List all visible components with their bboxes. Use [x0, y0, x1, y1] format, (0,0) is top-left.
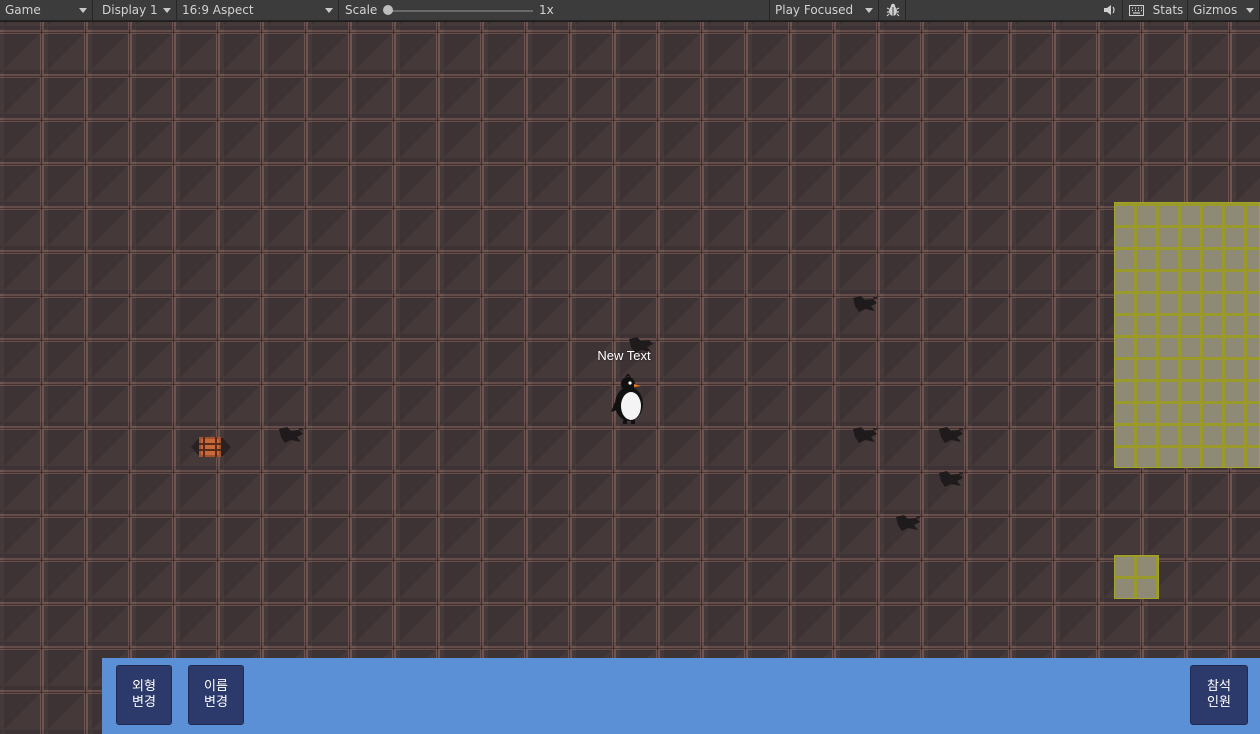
play-mode-dropdown[interactable]: Play Focused: [769, 0, 879, 21]
scale-value: 1x: [539, 3, 554, 17]
view-dropdown-label: Game: [5, 3, 41, 17]
attendees-line2: 인원: [1207, 695, 1231, 710]
aspect-dropdown-label: 16:9 Aspect: [182, 3, 254, 17]
view-dropdown[interactable]: Game: [0, 0, 93, 21]
highlight-zone-large: [1114, 202, 1260, 468]
attendees-button[interactable]: 참석 인원: [1190, 665, 1248, 725]
penguin-player-icon[interactable]: [609, 372, 649, 426]
shortcuts-button[interactable]: [1124, 0, 1148, 21]
chevron-down-icon: [865, 8, 873, 13]
chevron-down-icon: [163, 8, 171, 13]
mute-audio-button[interactable]: [1099, 0, 1121, 21]
stats-label: Stats: [1152, 3, 1184, 17]
speaker-icon: [1104, 5, 1115, 15]
scale-slider-track[interactable]: [388, 10, 533, 12]
change-name-line1: 이름: [204, 679, 228, 694]
hole-tile: [894, 513, 922, 533]
bug-icon: [886, 3, 899, 17]
chevron-down-icon: [325, 8, 333, 13]
change-look-button[interactable]: 외형 변경: [116, 665, 172, 725]
hole-tile: [937, 469, 965, 489]
hole-tile: [277, 425, 305, 445]
scale-slider-thumb[interactable]: [383, 5, 393, 15]
gizmos-label: Gizmos: [1193, 3, 1238, 17]
player-name-tag: New Text: [597, 348, 651, 363]
change-name-button[interactable]: 이름 변경: [188, 665, 244, 725]
game-view-toolbar: Game Display 1 16:9 Aspect Scale 1x Play…: [0, 0, 1260, 21]
display-dropdown[interactable]: Display 1: [97, 0, 177, 21]
hole-tile: [937, 425, 965, 445]
display-dropdown-label: Display 1: [102, 3, 158, 17]
change-look-line1: 외형: [132, 679, 156, 694]
game-viewport[interactable]: New Text 외형 변경 이름 변경 참석 인원: [0, 22, 1260, 734]
chest-icon[interactable]: [189, 434, 233, 460]
chevron-down-icon: [1246, 8, 1254, 13]
keyboard-icon: [1128, 5, 1144, 16]
chevron-down-icon: [79, 8, 87, 13]
gizmos-dropdown[interactable]: Gizmos: [1188, 0, 1260, 21]
aspect-dropdown[interactable]: 16:9 Aspect: [177, 0, 339, 21]
change-name-line2: 변경: [204, 695, 228, 710]
stats-button[interactable]: Stats: [1149, 0, 1187, 21]
scale-label: Scale: [345, 3, 378, 17]
attendees-line1: 참석: [1207, 679, 1231, 694]
hole-tile: [851, 294, 879, 314]
debug-button[interactable]: [880, 0, 906, 21]
hole-tile: [851, 425, 879, 445]
change-look-line2: 변경: [132, 695, 156, 710]
bottom-action-panel: 외형 변경 이름 변경 참석 인원: [102, 658, 1260, 734]
play-mode-label: Play Focused: [775, 3, 854, 17]
highlight-zone-small: [1114, 555, 1159, 599]
